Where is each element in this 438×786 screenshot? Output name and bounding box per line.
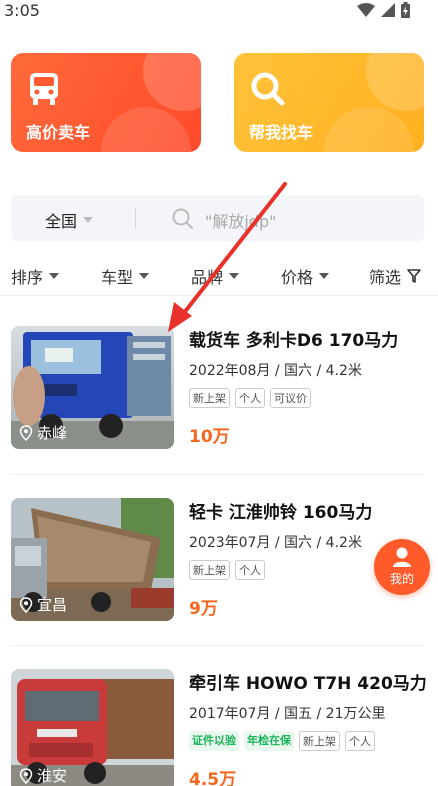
signal-icon <box>381 3 395 17</box>
list-item[interactable]: 赤峰 载货车 多利卡D6 170马力 2022年08月 / 国六 / 4.2米 … <box>0 326 438 476</box>
chevron-down-icon <box>229 273 240 279</box>
location-tag: 赤峰 <box>19 422 67 443</box>
location-pin-icon <box>19 767 33 784</box>
listing-price: 9万 <box>189 599 218 619</box>
battery-icon <box>401 2 410 18</box>
location-tag: 宜昌 <box>19 594 67 615</box>
my-profile-label: 我的 <box>389 572 414 586</box>
search-icon <box>251 72 285 106</box>
sell-car-card[interactable]: 高价卖车 <box>11 53 201 152</box>
tag: 个人 <box>345 731 375 751</box>
list-item[interactable]: 淮安 牵引车 HOWO T7H 420马力 2017年07月 / 国五 / 21… <box>0 669 438 786</box>
tag: 新上架 <box>189 560 230 580</box>
vehicle-photo: 淮安 <box>11 669 174 786</box>
truck-icon <box>30 73 58 105</box>
search-input[interactable]: "解放jdp" <box>205 208 276 232</box>
vehicle-photo: 赤峰 <box>11 326 174 449</box>
tag: 个人 <box>235 560 265 580</box>
tag: 个人 <box>235 388 265 408</box>
tag: 新上架 <box>189 388 230 408</box>
listing-price: 10万 <box>189 427 230 447</box>
filter-more[interactable]: 筛选 <box>369 264 421 288</box>
status-time: 3:05 <box>4 1 40 20</box>
find-car-label: 帮我找车 <box>249 123 314 142</box>
filter-label: 价格 <box>281 268 314 287</box>
location-label: 宜昌 <box>37 596 68 614</box>
filter-label: 品牌 <box>191 268 224 287</box>
listing-title: 载货车 多利卡D6 170马力 <box>189 331 399 351</box>
filter-label: 排序 <box>11 268 44 287</box>
find-car-card[interactable]: 帮我找车 <box>234 53 424 152</box>
listing-title: 轻卡 江淮帅铃 160马力 <box>189 503 373 523</box>
location-label: 赤峰 <box>37 424 68 442</box>
listing-spec: 2022年08月 / 国六 / 4.2米 <box>189 363 362 379</box>
listing-tags: 证件以验 年检在保 新上架 个人 <box>189 731 375 751</box>
divider <box>11 474 424 475</box>
search-bar: 全国 "解放jdp" <box>11 195 424 241</box>
status-icons <box>357 2 410 18</box>
listing-tags: 新上架 个人 可议价 <box>189 388 311 408</box>
location-pin-icon <box>19 424 33 441</box>
tag: 新上架 <box>299 731 340 751</box>
region-selector[interactable]: 全国 <box>45 208 94 232</box>
inspection-tag: 年检在保 <box>244 731 294 751</box>
chevron-down-icon <box>83 217 94 223</box>
listing-tags: 新上架 个人 <box>189 560 265 580</box>
chevron-down-icon <box>319 273 330 279</box>
decor-bubble <box>366 53 424 111</box>
filter-label: 筛选 <box>369 268 402 287</box>
tag: 可议价 <box>270 388 311 408</box>
listing-price: 4.5万 <box>189 770 237 786</box>
location-pin-icon <box>19 596 33 613</box>
filter-bar: 排序 车型 品牌 价格 筛选 <box>0 258 438 296</box>
divider <box>11 645 424 646</box>
region-label: 全国 <box>45 212 78 231</box>
verified-tag: 证件以验 <box>189 731 239 751</box>
filter-label: 车型 <box>101 268 134 287</box>
listing-title: 牵引车 HOWO T7H 420马力 <box>189 674 427 694</box>
location-label: 淮安 <box>37 767 68 785</box>
filter-price[interactable]: 价格 <box>281 264 330 288</box>
search-icon <box>172 208 193 229</box>
divider <box>135 207 136 229</box>
filter-brand[interactable]: 品牌 <box>191 264 240 288</box>
decor-bubble <box>143 53 201 111</box>
filter-vehicle-type[interactable]: 车型 <box>101 264 150 288</box>
location-tag: 淮安 <box>19 765 67 786</box>
decor-bubble <box>101 107 191 152</box>
status-bar: 3:05 <box>0 0 438 24</box>
chevron-down-icon <box>139 273 150 279</box>
listing-spec: 2023年07月 / 国六 / 4.2米 <box>189 535 362 551</box>
user-icon <box>393 547 411 567</box>
list-item[interactable]: 宜昌 轻卡 江淮帅铃 160马力 2023年07月 / 国六 / 4.2米 新上… <box>0 498 438 648</box>
listing-spec: 2017年07月 / 国五 / 21万公里 <box>189 706 386 722</box>
chevron-down-icon <box>49 273 60 279</box>
filter-funnel-icon <box>407 269 421 283</box>
sell-car-label: 高价卖车 <box>26 123 91 142</box>
decor-bubble <box>324 107 414 152</box>
filter-sort[interactable]: 排序 <box>11 264 60 288</box>
wifi-icon <box>357 3 375 17</box>
vehicle-photo: 宜昌 <box>11 498 174 621</box>
my-profile-button[interactable]: 我的 <box>374 539 430 595</box>
